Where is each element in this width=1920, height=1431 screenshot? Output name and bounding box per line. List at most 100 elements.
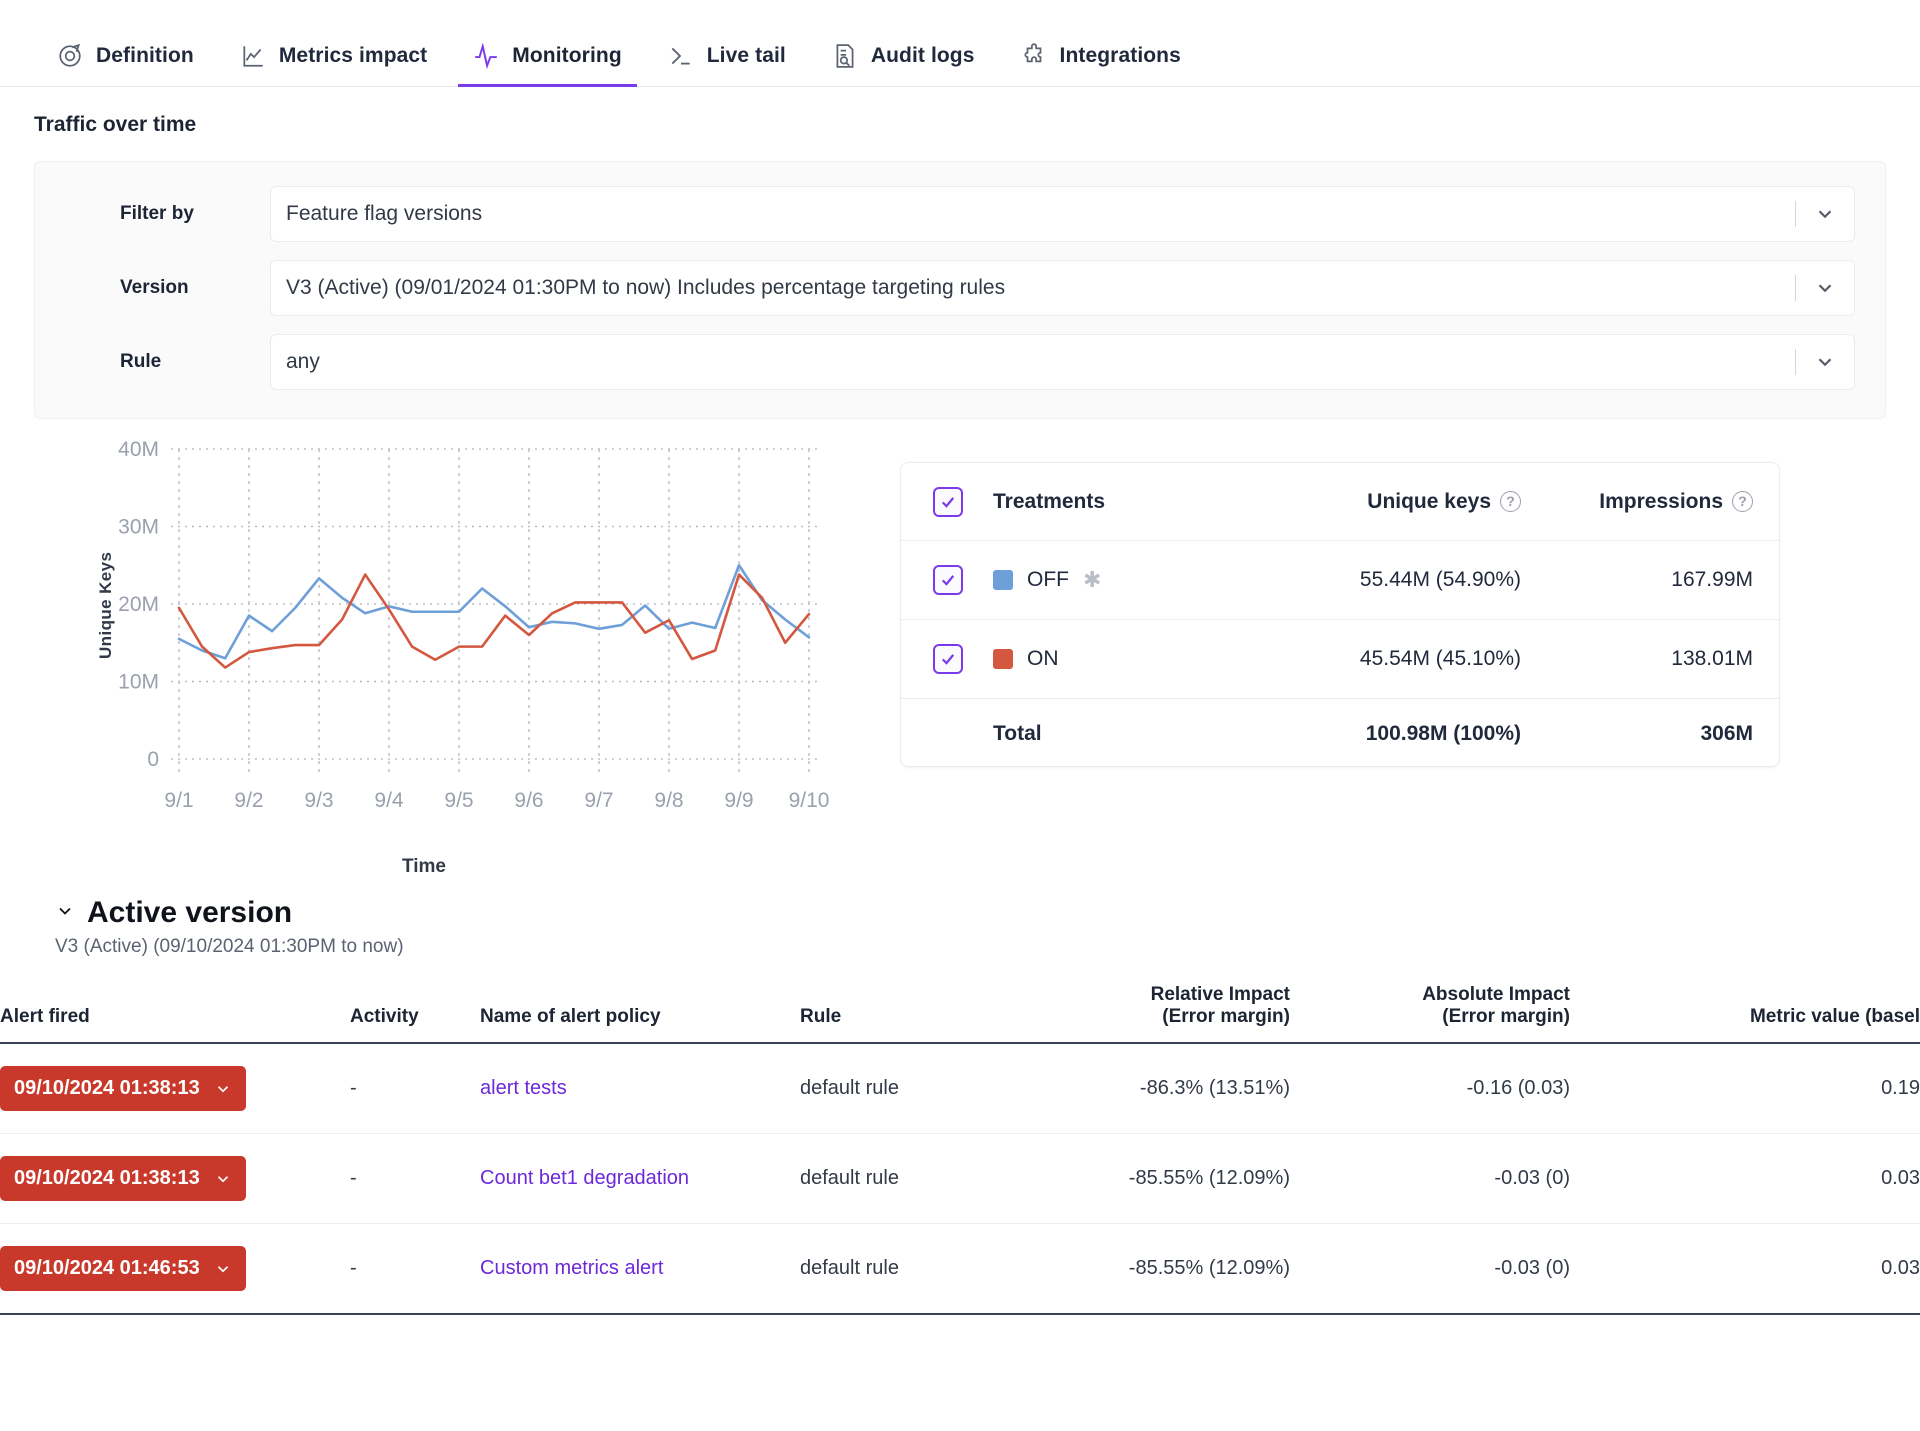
chevron-down-icon[interactable]	[55, 901, 75, 926]
alert-fired-cell: 09/10/2024 01:38:13	[0, 1043, 350, 1134]
policy-link[interactable]: alert tests	[480, 1077, 567, 1099]
divider	[1795, 201, 1796, 227]
relative-impact-cell: -85.55% (12.09%)	[1010, 1134, 1290, 1224]
absolute-impact-cell: -0.16 (0.03)	[1290, 1043, 1570, 1134]
chart-canvas: 010M20M30M40M9/19/29/39/49/59/69/79/89/9…	[34, 439, 844, 829]
impressions-on: 138.01M	[1523, 647, 1753, 671]
alert-fired-badge[interactable]: 09/10/2024 01:38:13	[0, 1066, 246, 1111]
terminal-prompt-icon	[668, 43, 694, 69]
col-rule: Rule	[800, 984, 1010, 1043]
tab-label: Integrations	[1060, 44, 1181, 68]
svg-text:20M: 20M	[118, 593, 159, 616]
tab-metrics-impact[interactable]: Metrics impact	[217, 43, 450, 86]
alert-fired-timestamp: 09/10/2024 01:38:13	[14, 1077, 200, 1100]
table-row: 09/10/2024 01:38:13 -alert tests default r…	[0, 1043, 1920, 1134]
legend-header-impressions: Impressions ?	[1523, 490, 1753, 514]
tab-audit-logs[interactable]: Audit logs	[809, 43, 998, 86]
y-axis-title: Unique Keys	[96, 552, 116, 659]
policy-cell: alert tests	[480, 1043, 800, 1134]
treatment-label: OFF	[1027, 568, 1069, 592]
svg-text:9/10: 9/10	[789, 789, 830, 812]
col-absolute-impact: Absolute Impact(Error margin)	[1290, 984, 1570, 1043]
alert-fired-cell: 09/10/2024 01:38:13	[0, 1134, 350, 1224]
total-unique-keys: 100.98M (100%)	[1223, 722, 1523, 746]
help-circle-icon[interactable]: ?	[1732, 491, 1753, 512]
treatment-checkbox-on[interactable]	[933, 644, 963, 674]
relative-impact-cell: -86.3% (13.51%)	[1010, 1043, 1290, 1134]
alert-fired-badge[interactable]: 09/10/2024 01:46:53	[0, 1246, 246, 1291]
policy-cell: Custom metrics alert	[480, 1224, 800, 1315]
svg-text:10M: 10M	[118, 671, 159, 694]
active-version-header[interactable]: Active version	[0, 896, 1920, 930]
tab-definition[interactable]: Definition	[34, 43, 217, 86]
rule-select[interactable]: any	[270, 334, 1855, 390]
activity-cell: -	[350, 1134, 480, 1224]
svg-text:9/6: 9/6	[514, 789, 543, 812]
unique-keys-off: 55.44M (54.90%)	[1223, 568, 1523, 592]
treatment-checkbox-off[interactable]	[933, 565, 963, 595]
rule-cell: default rule	[800, 1134, 1010, 1224]
primary-tab-bar: Definition Metrics impact Monitoring Liv…	[0, 0, 1920, 87]
svg-text:9/7: 9/7	[584, 789, 613, 812]
chevron-down-icon	[1814, 277, 1836, 299]
col-metric-value: Metric value (basel	[1570, 984, 1920, 1043]
metric-value-cell: 0.03	[1570, 1224, 1920, 1315]
legend-header-treatments: Treatments	[963, 490, 1223, 514]
filter-panel: Filter by Feature flag versions Version …	[34, 161, 1886, 419]
tab-integrations[interactable]: Integrations	[998, 43, 1204, 86]
legend-header-row: Treatments Unique keys ? Impressions ?	[901, 463, 1779, 541]
alert-fired-cell: 09/10/2024 01:46:53	[0, 1224, 350, 1315]
svg-text:9/2: 9/2	[234, 789, 263, 812]
col-relative-impact: Relative Impact(Error margin)	[1010, 984, 1290, 1043]
activity-cell: -	[350, 1043, 480, 1134]
tab-label: Audit logs	[871, 44, 975, 68]
alert-fired-badge[interactable]: 09/10/2024 01:38:13	[0, 1156, 246, 1201]
svg-text:9/4: 9/4	[374, 789, 404, 812]
policy-link[interactable]: Custom metrics alert	[480, 1257, 663, 1279]
absolute-impact-cell: -0.03 (0)	[1290, 1224, 1570, 1315]
policy-cell: Count bet1 degradation	[480, 1134, 800, 1224]
help-circle-icon[interactable]: ?	[1500, 491, 1521, 512]
alert-fired-timestamp: 09/10/2024 01:38:13	[14, 1167, 200, 1190]
treatments-legend-table: Treatments Unique keys ? Impressions ? O…	[900, 462, 1780, 767]
svg-text:9/3: 9/3	[304, 789, 333, 812]
filter-by-select[interactable]: Feature flag versions	[270, 186, 1855, 242]
absolute-impact-cell: -0.03 (0)	[1290, 1134, 1570, 1224]
select-all-checkbox[interactable]	[933, 487, 963, 517]
rule-cell: default rule	[800, 1043, 1010, 1134]
tab-label: Live tail	[707, 44, 786, 68]
treatment-name-on: ON	[963, 647, 1223, 671]
metric-value-cell: 0.19	[1570, 1043, 1920, 1134]
filter-by-label: Filter by	[65, 203, 270, 225]
impressions-label: Impressions	[1599, 490, 1723, 514]
filter-by-value: Feature flag versions	[286, 202, 1795, 226]
tab-label: Metrics impact	[279, 44, 427, 68]
svg-text:9/5: 9/5	[444, 789, 473, 812]
chevron-down-icon	[214, 1080, 232, 1098]
alerts-table: Alert fired Activity Name of alert polic…	[0, 984, 1920, 1315]
treatment-label: ON	[1027, 647, 1059, 671]
table-row: 09/10/2024 01:46:53-Custom metrics alert…	[0, 1224, 1920, 1315]
svg-text:9/8: 9/8	[654, 789, 683, 812]
divider	[1795, 349, 1796, 375]
svg-text:30M: 30M	[118, 516, 159, 539]
impressions-off: 167.99M	[1523, 568, 1753, 592]
relative-impact-cell: -85.55% (12.09%)	[1010, 1224, 1290, 1315]
puzzle-piece-icon	[1021, 43, 1047, 69]
tab-live-tail[interactable]: Live tail	[645, 43, 809, 86]
filter-row-rule: Rule any	[65, 334, 1855, 390]
policy-link[interactable]: Count bet1 degradation	[480, 1167, 689, 1189]
svg-text:9/1: 9/1	[164, 789, 193, 812]
filter-row-filter-by: Filter by Feature flag versions	[65, 186, 1855, 242]
document-search-icon	[832, 43, 858, 69]
rule-cell: default rule	[800, 1224, 1010, 1315]
line-chart-icon	[240, 43, 266, 69]
tab-monitoring[interactable]: Monitoring	[450, 43, 644, 86]
filter-row-version: Version V3 (Active) (09/01/2024 01:30PM …	[65, 260, 1855, 316]
unique-keys-label: Unique keys	[1367, 490, 1491, 514]
rule-value: any	[286, 350, 1795, 374]
version-select[interactable]: V3 (Active) (09/01/2024 01:30PM to now) …	[270, 260, 1855, 316]
chevron-down-icon	[1814, 203, 1836, 225]
active-version-subtitle: V3 (Active) (09/10/2024 01:30PM to now)	[0, 936, 1920, 958]
color-swatch-off	[993, 570, 1013, 590]
